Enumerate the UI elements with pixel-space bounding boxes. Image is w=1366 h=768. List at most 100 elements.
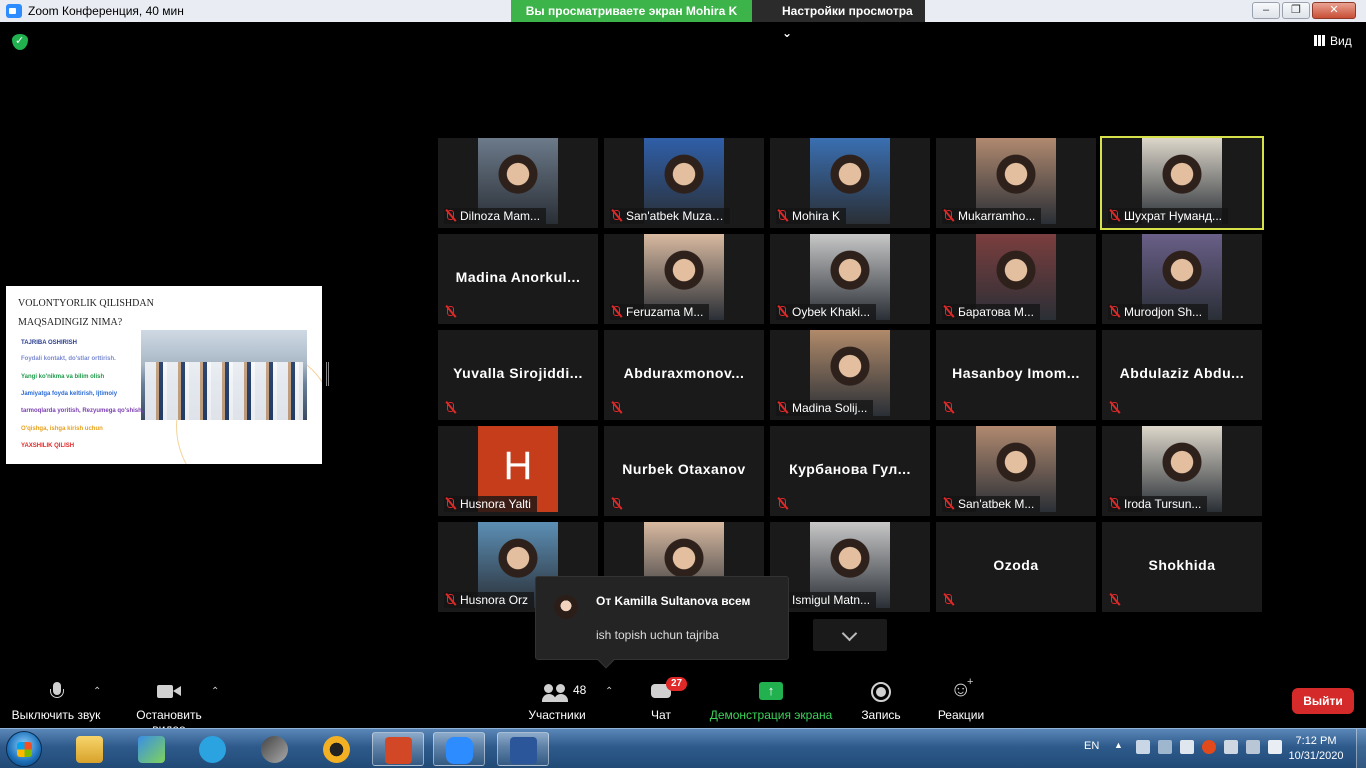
participant-tile[interactable]: Nurbek Otaxanov xyxy=(604,426,764,516)
muted-mic-icon xyxy=(1108,208,1122,224)
participant-tile[interactable]: Madina Solij... xyxy=(770,330,930,420)
participant-name: Madina Anorkul... xyxy=(455,269,581,285)
grid-icon xyxy=(1314,35,1325,46)
record-button[interactable]: Запись xyxy=(858,676,904,722)
language-indicator[interactable]: EN xyxy=(1084,740,1099,752)
participant-tile[interactable]: Шухрат Нуманд... xyxy=(1100,136,1264,230)
participant-name: Mukarramho... xyxy=(942,208,1042,224)
window-title: Zoom Конференция, 40 мин xyxy=(28,4,184,18)
participant-tile[interactable]: Ozoda xyxy=(936,522,1096,612)
system-tray: ▲ xyxy=(1114,740,1282,754)
minimize-button[interactable]: – xyxy=(1252,2,1280,19)
record-icon xyxy=(871,682,891,702)
view-label: Вид xyxy=(1330,34,1352,48)
participant-name: Hasanboy Imom... xyxy=(952,365,1080,381)
taskbar-telegram[interactable] xyxy=(187,732,239,766)
participant-tile[interactable]: Mukarramho... xyxy=(936,138,1096,228)
participant-tile[interactable]: Yuvalla Sirojiddi... xyxy=(438,330,598,420)
participant-tile[interactable]: Murodjon Sh... xyxy=(1102,234,1262,324)
show-desktop-button[interactable] xyxy=(1356,729,1366,768)
share-screen-label: Демонстрация экрана xyxy=(709,708,833,722)
device-icon[interactable] xyxy=(1224,740,1238,754)
slide-text-line: TAJRIBA OSHIRISH xyxy=(21,340,78,346)
taskbar-sync[interactable] xyxy=(126,732,178,766)
start-button[interactable] xyxy=(6,731,42,767)
video-options-caret[interactable]: ⌃ xyxy=(211,686,219,697)
clock-time: 7:12 PM xyxy=(1295,735,1337,747)
participant-tile[interactable]: Курбанова Гул... xyxy=(770,426,930,516)
participant-tile[interactable]: H Husnora Yalti xyxy=(438,426,598,516)
tool-icon[interactable] xyxy=(1158,740,1172,754)
taskbar-player[interactable] xyxy=(311,732,363,766)
participant-tile[interactable]: Ismigul Matn... xyxy=(770,522,930,612)
keyboard-icon[interactable] xyxy=(1180,740,1194,754)
taskbar-microphone-app[interactable] xyxy=(249,732,301,766)
leave-meeting-button[interactable]: Выйти xyxy=(1292,688,1354,714)
word-icon xyxy=(510,737,537,764)
zoom-icon xyxy=(446,737,473,764)
muted-mic-icon xyxy=(942,304,956,320)
participant-name: Oybek Khaki... xyxy=(776,304,877,320)
participant-tile[interactable]: Dilnoza Mam... xyxy=(438,138,598,228)
close-window-button[interactable]: ✕ xyxy=(1312,2,1356,19)
split-divider-handle[interactable] xyxy=(326,362,329,386)
slide-text-line: Yangi ko'nikma va bilim olish xyxy=(21,374,105,380)
shared-screen[interactable]: VOLONTYORLIK QILISHDAN MAQSADINGIZ NIMA?… xyxy=(6,286,322,464)
record-label: Запись xyxy=(861,708,901,722)
gallery-next-page-button[interactable] xyxy=(813,619,887,651)
participant-tile[interactable]: Abdulaziz Abdu... xyxy=(1102,330,1262,420)
view-options-menu[interactable]: Настройки просмотра ⌄ xyxy=(752,0,925,40)
monitor-icon[interactable] xyxy=(1246,740,1260,754)
alert-icon[interactable] xyxy=(1202,740,1216,754)
participant-tile[interactable]: Madina Anorkul... xyxy=(438,234,598,324)
show-hidden-icons-icon[interactable]: ▲ xyxy=(1114,740,1128,754)
audio-options-caret[interactable]: ⌃ xyxy=(93,686,101,697)
participants-options-caret[interactable]: ⌃ xyxy=(605,686,613,697)
volume-icon[interactable] xyxy=(1268,740,1282,754)
participant-tile[interactable]: San'atbek M... xyxy=(936,426,1096,516)
view-button[interactable]: Вид xyxy=(1314,34,1352,48)
participant-name: Feruzama M... xyxy=(610,304,710,320)
participant-name: Shokhida xyxy=(1148,557,1216,573)
mute-button[interactable]: Выключить звук xyxy=(10,676,102,722)
share-screen-button[interactable]: Демонстрация экрана xyxy=(708,676,834,722)
taskbar-zoom[interactable] xyxy=(433,732,485,766)
muted-mic-icon xyxy=(444,400,458,416)
chat-message: ish topish uchun tajriba xyxy=(596,628,719,642)
participant-tile[interactable]: Abduraxmonov... xyxy=(604,330,764,420)
participant-name: Курбанова Гул... xyxy=(789,461,911,477)
taskbar-word[interactable] xyxy=(497,732,549,766)
participant-tile[interactable]: Shokhida xyxy=(1102,522,1262,612)
slide-title-line2: MAQSADINGIZ NIMA? xyxy=(18,317,123,328)
participant-name: San'atbek Muzaf... xyxy=(610,208,730,224)
chat-unread-badge: 27 xyxy=(666,677,687,691)
zoom-app-icon xyxy=(6,4,22,18)
participant-tile[interactable]: Баратова М... xyxy=(936,234,1096,324)
slide-text-line: O'qishga, ishga kirish uchun xyxy=(21,426,103,432)
taskbar-powerpoint[interactable] xyxy=(372,732,424,766)
participant-name: Iroda Tursun... xyxy=(1108,496,1208,512)
stop-video-button[interactable]: Остановить видео xyxy=(118,676,220,736)
microphone-app-icon xyxy=(261,736,288,763)
encryption-shield-icon[interactable] xyxy=(12,34,28,50)
participant-name: Ozoda xyxy=(993,557,1039,573)
folder-icon xyxy=(76,736,103,763)
powerpoint-icon xyxy=(385,737,412,764)
participant-tile[interactable]: Mohira K xyxy=(770,138,930,228)
participant-tile[interactable]: Feruzama M... xyxy=(604,234,764,324)
muted-mic-icon xyxy=(1108,592,1122,608)
participant-tile[interactable]: Hasanboy Imom... xyxy=(936,330,1096,420)
reactions-icon xyxy=(950,676,973,702)
participant-tile[interactable]: Oybek Khaki... xyxy=(770,234,930,324)
participant-tile[interactable]: San'atbek Muzaf... xyxy=(604,138,764,228)
participant-tile[interactable]: Iroda Tursun... xyxy=(1102,426,1262,516)
muted-mic-icon xyxy=(444,496,458,512)
chat-notification[interactable]: От Kamilla Sultanova всем ish topish uch… xyxy=(535,576,789,669)
network-icon[interactable] xyxy=(1136,740,1150,754)
reactions-button[interactable]: Реакции xyxy=(934,676,988,722)
camera-icon xyxy=(157,682,181,702)
taskbar-explorer[interactable] xyxy=(64,732,116,766)
taskbar-clock[interactable]: 7:12 PM 10/31/2020 xyxy=(1283,734,1349,764)
maximize-button[interactable]: ❐ xyxy=(1282,2,1310,19)
participants-label: Участники xyxy=(528,708,586,722)
